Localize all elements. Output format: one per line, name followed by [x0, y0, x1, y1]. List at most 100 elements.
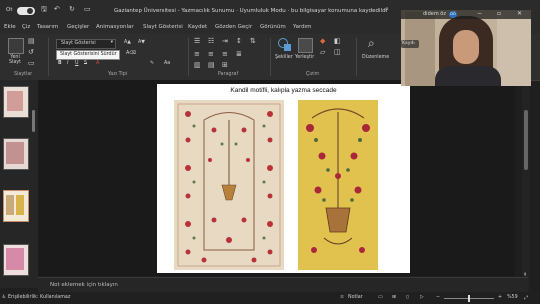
notes-icon[interactable]: ≡ [340, 295, 344, 300]
numbering-icon[interactable]: ☷ [208, 37, 214, 45]
slide-thumbnail[interactable] [3, 138, 29, 170]
undo-icon[interactable]: ↶ [54, 5, 60, 13]
autosave-label: Ot [6, 7, 13, 13]
slide-sorter-icon[interactable]: ⊞ [392, 295, 396, 300]
shape-fill-icon[interactable]: ◆ [320, 37, 325, 45]
slide-thumbnail[interactable] [3, 244, 29, 276]
chevron-down-icon: ▾ [110, 40, 113, 45]
document-title: Gaziantep Üniversitesi - Yazmacılık Sunu… [114, 8, 388, 14]
slide-title[interactable]: Kandil motifli, kalıpla yazma seccade [157, 87, 410, 94]
bullets-icon[interactable]: ☰ [194, 37, 200, 45]
tab-tasarim[interactable]: Tasarım [37, 24, 58, 30]
user-name: didem öz [423, 11, 446, 17]
prayer-rug-photo-right [298, 100, 378, 270]
underline-button[interactable]: U [75, 61, 79, 66]
group-font-label: Yazı Tipi [108, 72, 128, 77]
user-avatar[interactable]: DÖ [449, 11, 457, 18]
current-slide[interactable]: Kandil motifli, kalıpla yazma seccade [157, 84, 410, 273]
group-paragraph-label: Paragraf [218, 72, 239, 77]
case-icon[interactable]: Aa [164, 61, 170, 66]
line-spacing-icon[interactable]: ↕ [236, 37, 242, 45]
text-direction-icon[interactable]: ⇅ [250, 37, 256, 45]
font-color-button[interactable]: A [96, 61, 99, 66]
shapes-button[interactable]: Şekiller [275, 55, 293, 60]
tab-gozden-gecir[interactable]: Gözden Geçir [215, 24, 252, 30]
notes-placeholder[interactable]: Not eklemek için tıklayın [50, 282, 118, 288]
shapes-icon[interactable] [278, 38, 292, 52]
normal-view-icon[interactable]: ▭ [378, 295, 383, 300]
prayer-rug-photo-left [174, 100, 284, 270]
accessibility-icon[interactable]: ♿ [2, 295, 6, 300]
fit-to-window-icon[interactable]: ⤢ [524, 295, 528, 301]
scrollbar-thumb[interactable] [524, 110, 528, 170]
close-icon[interactable]: ✕ [517, 10, 522, 17]
accessibility-status[interactable]: Erişilebilirlik: Kullanılamaz [8, 295, 70, 300]
slide-thumbnail-selected[interactable] [3, 190, 29, 222]
tab-ekle[interactable]: Ekle [4, 24, 16, 30]
notes-toggle-button[interactable]: Notlar [348, 295, 363, 300]
layout-icon[interactable]: ▤ [28, 37, 35, 45]
smartart-icon[interactable]: ⊞ [222, 61, 228, 69]
new-slide-button[interactable]: Yeni Slayt [4, 55, 26, 65]
reset-icon[interactable]: ↺ [28, 48, 34, 56]
editing-button[interactable]: Düzenleme [362, 55, 389, 60]
zoom-out-icon[interactable]: − [436, 295, 440, 300]
shrink-font-icon[interactable]: A▼ [138, 40, 145, 45]
tab-slayt-gosterisi[interactable]: Slayt Gösterisi [143, 24, 183, 30]
grow-font-icon[interactable]: A▲ [124, 40, 131, 45]
autosave-toggle[interactable] [17, 7, 35, 15]
section-icon[interactable]: ▭ [28, 59, 35, 67]
maximize-icon[interactable]: ▫ [497, 10, 501, 17]
arrange-button[interactable]: Yerleştir [295, 55, 314, 60]
thumbnail-scrollbar[interactable] [32, 110, 35, 132]
align-text-icon[interactable]: ▤ [208, 61, 215, 69]
share-button[interactable]: Kaydı [401, 40, 419, 48]
slide-thumbnail[interactable] [3, 86, 29, 118]
divider [188, 38, 189, 76]
webcam-topbar: didem öz DÖ − ▫ ✕ [401, 10, 531, 19]
arrange-icon[interactable] [298, 38, 313, 53]
highlight-icon[interactable]: ✎ [150, 61, 154, 66]
reading-view-icon[interactable]: ▯ [406, 295, 409, 300]
group-slides-label: Slaytlar [14, 72, 33, 77]
tab-kaydet[interactable]: Kaydet [188, 24, 207, 30]
justify-icon[interactable]: ≣ [236, 50, 242, 58]
status-bar: ♿ Erişilebilirlik: Kullanılamaz ≡ Notlar… [0, 292, 540, 304]
slideshow-view-icon[interactable]: ▷ [420, 295, 424, 300]
webcam-video-overlay: didem öz DÖ − ▫ ✕ Kaydı [401, 10, 531, 86]
tab-ciz[interactable]: Çiz [22, 24, 30, 30]
indent-icon[interactable]: ⇥ [222, 37, 228, 45]
strikethrough-button[interactable]: S [84, 61, 87, 66]
zoom-slider[interactable] [444, 295, 494, 302]
clear-format-icon[interactable]: A⌫ [126, 51, 136, 56]
tab-gorunum[interactable]: Görünüm [260, 24, 286, 30]
align-left-icon[interactable]: ≡ [194, 50, 200, 58]
search-icon[interactable]: ⌕ [385, 5, 389, 14]
vertical-scrollbar[interactable]: ⇞ ⇟ [522, 80, 530, 290]
save-icon[interactable]: 🖫 [41, 5, 47, 16]
zoom-in-icon[interactable]: + [498, 295, 502, 300]
bold-button[interactable]: B [58, 61, 62, 66]
quick-styles-icon[interactable]: ◧ [334, 37, 341, 45]
align-right-icon[interactable]: ≡ [222, 50, 228, 58]
tab-animasyonlar[interactable]: Animasyonlar [96, 24, 134, 30]
shape-effects-icon[interactable]: ◫ [334, 48, 341, 56]
present-icon[interactable]: ▭ [84, 5, 91, 13]
tooltip: Slayt Gösterisini Sürdür [56, 50, 120, 60]
zoom-level[interactable]: %59 [507, 295, 518, 300]
zoom-slider-thumb[interactable] [468, 295, 470, 302]
divider [356, 38, 357, 76]
font-name-dropdown[interactable]: Slayt Gösterisi ▾ [56, 39, 116, 49]
new-slide-icon[interactable] [8, 38, 24, 54]
shape-outline-icon[interactable]: ▱ [320, 48, 325, 56]
align-center-icon[interactable]: ≡ [208, 50, 214, 58]
italic-button[interactable]: I [67, 61, 68, 66]
tab-yardim[interactable]: Yardım [293, 24, 312, 30]
tab-gecisler[interactable]: Geçişler [67, 24, 89, 30]
redo-icon[interactable]: ↻ [69, 5, 75, 13]
find-icon[interactable]: ⌕ [368, 36, 375, 51]
columns-icon[interactable]: ▥ [194, 61, 201, 69]
notes-pane[interactable]: Not eklemek için tıklayın [38, 277, 528, 293]
minimize-icon[interactable]: − [477, 10, 482, 17]
divider [48, 38, 49, 76]
